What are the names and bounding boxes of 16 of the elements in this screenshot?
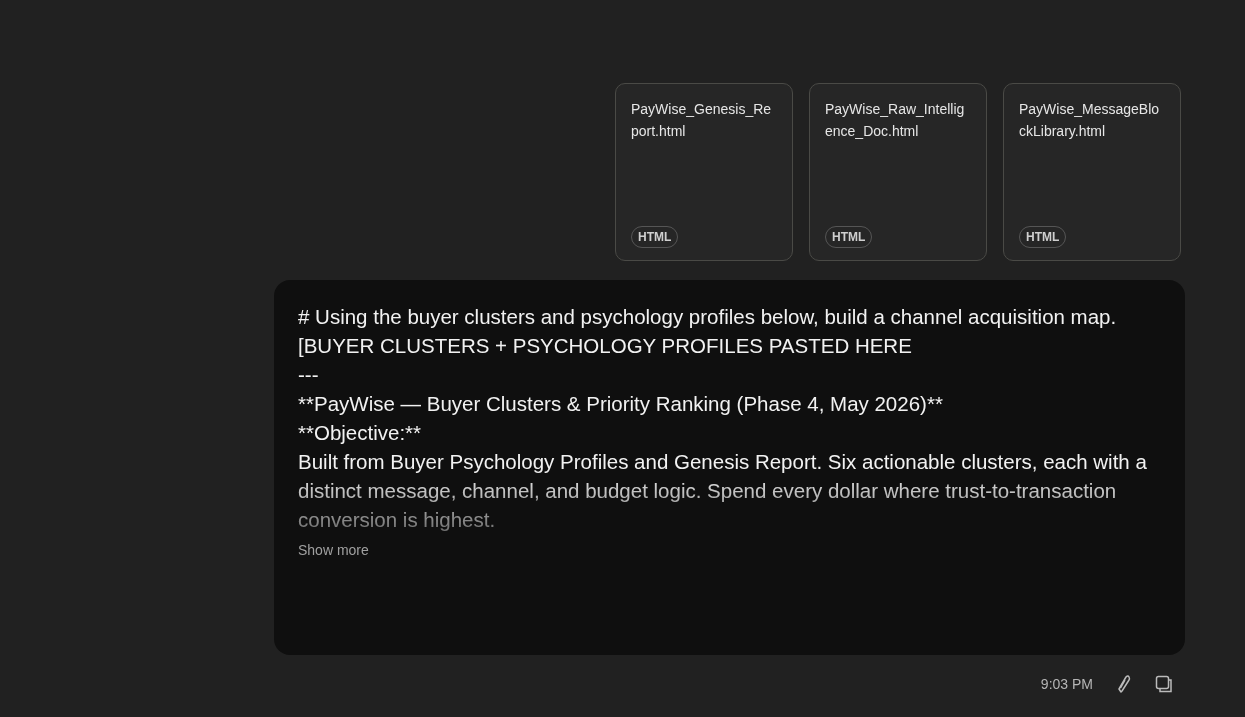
file-card[interactable]: PayWise_MessageBlockLibrary.html HTML — [1003, 83, 1181, 261]
copy-icon[interactable] — [1155, 675, 1173, 693]
file-name: PayWise_Genesis_Report.html — [631, 100, 773, 141]
file-name: PayWise_MessageBlockLibrary.html — [1019, 100, 1161, 141]
show-more-link[interactable]: Show more — [298, 540, 369, 561]
message-line: Built from Buyer Psychology Profiles and Genesis Report. Six actionable clusters, each with a distinct message, channel, and budget logic. Spend every dollar where trust-to-transaction conversion is highest. — [298, 449, 1148, 533]
message-line: **PayWise — Buyer Clusters & Priority Ranking (Phase 4, May 2026)** — [298, 391, 944, 417]
file-name: PayWise_Raw_Intelligence_Doc.html — [825, 100, 966, 141]
file-card[interactable]: PayWise_Genesis_Report.html HTML — [615, 83, 793, 261]
timestamp: 9:03 PM — [1040, 674, 1093, 694]
message-line: --- — [298, 362, 320, 388]
file-card[interactable]: PayWise_Raw_Intelligence_Doc.html HTML — [809, 83, 987, 261]
message-line: **Objective:** — [298, 420, 423, 446]
message-line: [BUYER CLUSTERS + PSYCHOLOGY PROFILES PASTED HERE — [298, 333, 913, 359]
message-line: # Using the buyer clusters and psychology profiles below, build a channel acquisition map. — [298, 304, 1118, 330]
edit-icon[interactable] — [1117, 674, 1131, 694]
